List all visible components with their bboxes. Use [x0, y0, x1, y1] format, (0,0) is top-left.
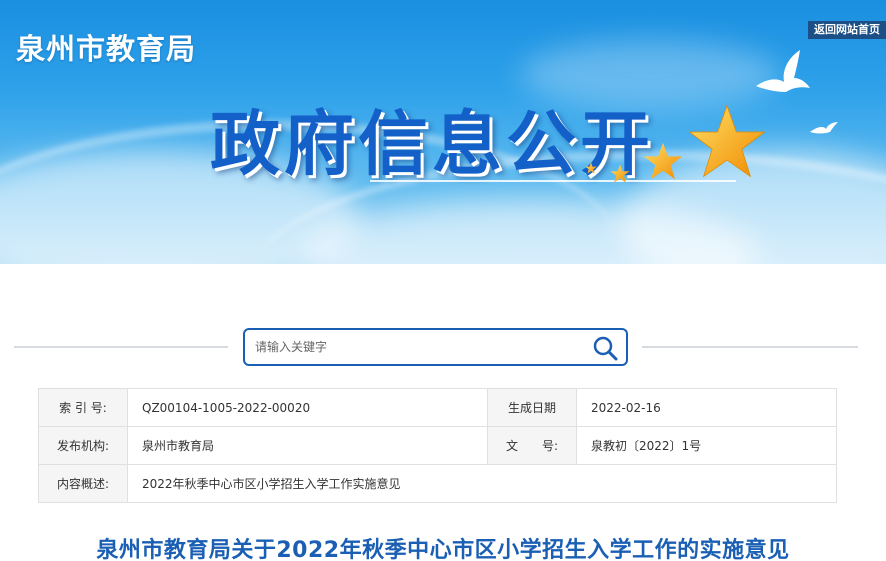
document-number-label: 文 号: [487, 426, 577, 465]
date-value: 2022-02-16 [576, 388, 837, 427]
dove-icon [810, 122, 838, 134]
search-divider-right [642, 346, 858, 348]
document-number-value: 泉教初〔2022〕1号 [576, 426, 837, 465]
banner-underline [370, 180, 736, 182]
date-label: 生成日期 [487, 388, 577, 427]
table-row: 发布机构: 泉州市教育局 文 号: 泉教初〔2022〕1号 [38, 426, 837, 465]
article-title: 泉州市教育局关于2022年秋季中心市区小学招生入学工作的实施意见 [96, 538, 790, 561]
search-icon[interactable] [592, 335, 618, 361]
publisher-value: 泉州市教育局 [127, 426, 488, 465]
tiny-star-icon [585, 162, 597, 174]
search-input[interactable] [255, 330, 585, 364]
summary-label: 内容概述: [38, 464, 128, 503]
table-row: 索 引 号: QZ00104-1005-2022-00020 生成日期 2022… [38, 388, 837, 427]
table-row: 内容概述: 2022年秋季中心市区小学招生入学工作实施意见 [38, 464, 837, 503]
medium-star-icon [643, 142, 683, 180]
summary-value: 2022年秋季中心市区小学招生入学工作实施意见 [127, 464, 837, 503]
index-number-value: QZ00104-1005-2022-00020 [127, 388, 488, 427]
site-name[interactable]: 泉州市教育局 [16, 26, 196, 68]
search-bar [243, 328, 628, 366]
header-banner: 泉州市教育局 返回网站首页 政府信息公开 [0, 0, 886, 264]
search-divider-left [14, 346, 228, 348]
small-star-icon [610, 164, 630, 183]
index-number-label: 索 引 号: [38, 388, 128, 427]
document-info-table: 索 引 号: QZ00104-1005-2022-00020 生成日期 2022… [38, 388, 837, 503]
large-star-icon [688, 104, 766, 178]
dove-icon [756, 50, 810, 92]
publisher-label: 发布机构: [38, 426, 128, 465]
return-home-link[interactable]: 返回网站首页 [808, 21, 886, 39]
